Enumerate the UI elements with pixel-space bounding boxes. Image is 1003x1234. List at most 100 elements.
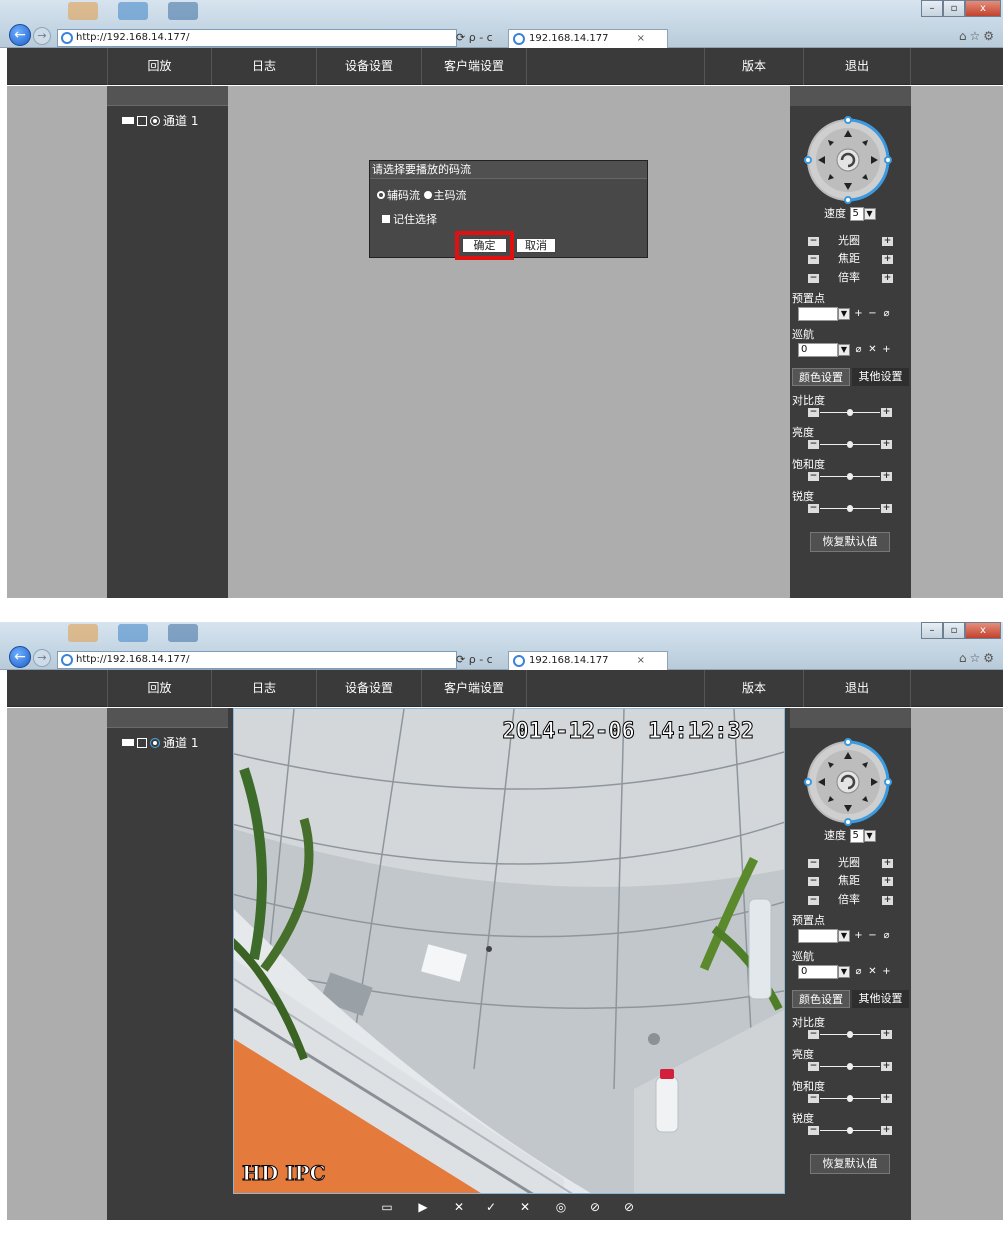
preset-add-icon[interactable]: + bbox=[853, 930, 864, 941]
remember-checkbox[interactable] bbox=[382, 215, 390, 223]
nav-playback[interactable]: 回放 bbox=[107, 48, 212, 85]
preset-goto-icon[interactable]: ⌀ bbox=[881, 930, 892, 941]
close-window-button[interactable]: x bbox=[965, 622, 1001, 639]
ok-button[interactable]: 确定 bbox=[455, 231, 514, 260]
focus-minus-button[interactable]: − bbox=[808, 255, 819, 264]
saturation-slider[interactable]: − + bbox=[808, 472, 892, 482]
speed-dropdown-icon[interactable]: ▼ bbox=[863, 830, 876, 842]
preset-goto-icon[interactable]: ⌀ bbox=[881, 308, 892, 319]
play-icon[interactable]: ▶ bbox=[416, 1200, 430, 1214]
main-stream-radio[interactable] bbox=[423, 191, 432, 199]
sub-stream-radio[interactable] bbox=[377, 191, 385, 199]
brightness-slider[interactable]: − + bbox=[808, 1062, 892, 1072]
brightness-plus-button[interactable]: + bbox=[881, 1062, 892, 1071]
audio-off-icon[interactable]: ⊘ bbox=[588, 1200, 602, 1214]
sharpness-plus-button[interactable]: + bbox=[881, 1126, 892, 1135]
channel-item[interactable]: 通道 1 bbox=[122, 734, 198, 751]
cruise-goto-icon[interactable]: ⌀ bbox=[853, 344, 864, 355]
browser-tab[interactable]: 192.168.14.177 × bbox=[508, 29, 668, 48]
saturation-plus-button[interactable]: + bbox=[881, 1094, 892, 1103]
iris-plus-button[interactable]: + bbox=[882, 859, 893, 868]
tab-color-settings[interactable]: 颜色设置 bbox=[792, 368, 850, 386]
brightness-minus-button[interactable]: − bbox=[808, 1062, 819, 1071]
contrast-knob[interactable] bbox=[847, 409, 853, 416]
focus-plus-button[interactable]: + bbox=[882, 255, 893, 264]
cancel-button[interactable]: 取消 bbox=[516, 238, 556, 253]
stream-box-icon[interactable] bbox=[137, 738, 147, 748]
tab-close-icon[interactable]: × bbox=[637, 652, 645, 670]
tab-color-settings[interactable]: 颜色设置 bbox=[792, 990, 850, 1008]
snapshot-icon[interactable]: ◎ bbox=[554, 1200, 568, 1214]
address-tools[interactable]: ⟳ ρ - c bbox=[456, 29, 508, 47]
preset-select[interactable] bbox=[798, 928, 838, 943]
contrast-minus-button[interactable]: − bbox=[808, 408, 819, 417]
nav-client-settings[interactable]: 客户端设置 bbox=[422, 48, 527, 85]
stream-box-icon[interactable] bbox=[137, 116, 147, 126]
record-dot-icon[interactable] bbox=[150, 738, 160, 748]
cruise-select[interactable]: 0 bbox=[798, 342, 838, 357]
nav-playback[interactable]: 回放 bbox=[107, 670, 212, 707]
nav-log[interactable]: 日志 bbox=[212, 48, 317, 85]
address-bar[interactable]: http://192.168.14.177/ bbox=[57, 29, 457, 47]
sharpness-slider[interactable]: − + bbox=[808, 1126, 892, 1136]
nav-version[interactable]: 版本 bbox=[704, 48, 804, 85]
zoom-minus-button[interactable]: − bbox=[808, 896, 819, 905]
sharpness-knob[interactable] bbox=[847, 505, 853, 512]
stop-record-icon[interactable]: ✕ bbox=[518, 1200, 532, 1214]
saturation-plus-button[interactable]: + bbox=[881, 472, 892, 481]
cruise-delete-icon[interactable]: ✕ bbox=[867, 966, 878, 977]
record-icon[interactable]: ✓ bbox=[484, 1200, 498, 1214]
focus-plus-button[interactable]: + bbox=[882, 877, 893, 886]
preset-select[interactable] bbox=[798, 306, 838, 321]
nav-device-settings[interactable]: 设备设置 bbox=[317, 670, 422, 707]
stop-icon[interactable]: ✕ bbox=[452, 1200, 466, 1214]
saturation-knob[interactable] bbox=[847, 473, 853, 480]
speed-select[interactable]: 5 bbox=[849, 829, 864, 843]
channel-item[interactable]: 通道 1 bbox=[122, 112, 198, 129]
cruise-add-icon[interactable]: + bbox=[881, 966, 892, 977]
brightness-plus-button[interactable]: + bbox=[881, 440, 892, 449]
brightness-minus-button[interactable]: − bbox=[808, 440, 819, 449]
nav-device-settings[interactable]: 设备设置 bbox=[317, 48, 422, 85]
contrast-plus-button[interactable]: + bbox=[881, 408, 892, 417]
sharpness-minus-button[interactable]: − bbox=[808, 1126, 819, 1135]
saturation-slider[interactable]: − + bbox=[808, 1094, 892, 1104]
cruise-add-icon[interactable]: + bbox=[881, 344, 892, 355]
iris-plus-button[interactable]: + bbox=[882, 237, 893, 246]
sharpness-minus-button[interactable]: − bbox=[808, 504, 819, 513]
saturation-minus-button[interactable]: − bbox=[808, 1094, 819, 1103]
tab-close-icon[interactable]: × bbox=[637, 30, 645, 48]
speed-dropdown-icon[interactable]: ▼ bbox=[863, 208, 876, 220]
minimize-button[interactable]: – bbox=[921, 622, 943, 639]
address-bar[interactable]: http://192.168.14.177/ bbox=[57, 651, 457, 669]
live-video[interactable]: 2014-12-06 14:12:32 HD IPC bbox=[233, 708, 785, 1194]
preset-dropdown-icon[interactable]: ▼ bbox=[838, 307, 850, 320]
contrast-minus-button[interactable]: − bbox=[808, 1030, 819, 1039]
cruise-select[interactable]: 0 bbox=[798, 964, 838, 979]
tab-other-settings[interactable]: 其他设置 bbox=[852, 990, 909, 1008]
sharpness-slider[interactable]: − + bbox=[808, 504, 892, 514]
saturation-minus-button[interactable]: − bbox=[808, 472, 819, 481]
address-tools[interactable]: ⟳ ρ - c bbox=[456, 651, 508, 669]
preset-delete-icon[interactable]: − bbox=[867, 308, 878, 319]
nav-version[interactable]: 版本 bbox=[704, 670, 804, 707]
contrast-slider[interactable]: − + bbox=[808, 1030, 892, 1040]
maximize-button[interactable]: ▫ bbox=[943, 622, 965, 639]
brightness-knob[interactable] bbox=[847, 1063, 853, 1070]
focus-minus-button[interactable]: − bbox=[808, 877, 819, 886]
ptz-direction-dial[interactable] bbox=[804, 116, 892, 204]
close-window-button[interactable]: x bbox=[965, 0, 1001, 17]
back-icon[interactable]: ← bbox=[9, 24, 31, 46]
speed-select[interactable]: 5 bbox=[849, 207, 864, 221]
contrast-plus-button[interactable]: + bbox=[881, 1030, 892, 1039]
record-dot-icon[interactable] bbox=[150, 116, 160, 126]
ptz-direction-dial[interactable] bbox=[804, 738, 892, 826]
nav-log[interactable]: 日志 bbox=[212, 670, 317, 707]
preset-delete-icon[interactable]: − bbox=[867, 930, 878, 941]
iris-minus-button[interactable]: − bbox=[808, 859, 819, 868]
browser-tab[interactable]: 192.168.14.177 × bbox=[508, 651, 668, 670]
sharpness-knob[interactable] bbox=[847, 1127, 853, 1134]
tab-other-settings[interactable]: 其他设置 bbox=[852, 368, 909, 386]
cruise-goto-icon[interactable]: ⌀ bbox=[853, 966, 864, 977]
zoom-plus-button[interactable]: + bbox=[882, 274, 893, 283]
